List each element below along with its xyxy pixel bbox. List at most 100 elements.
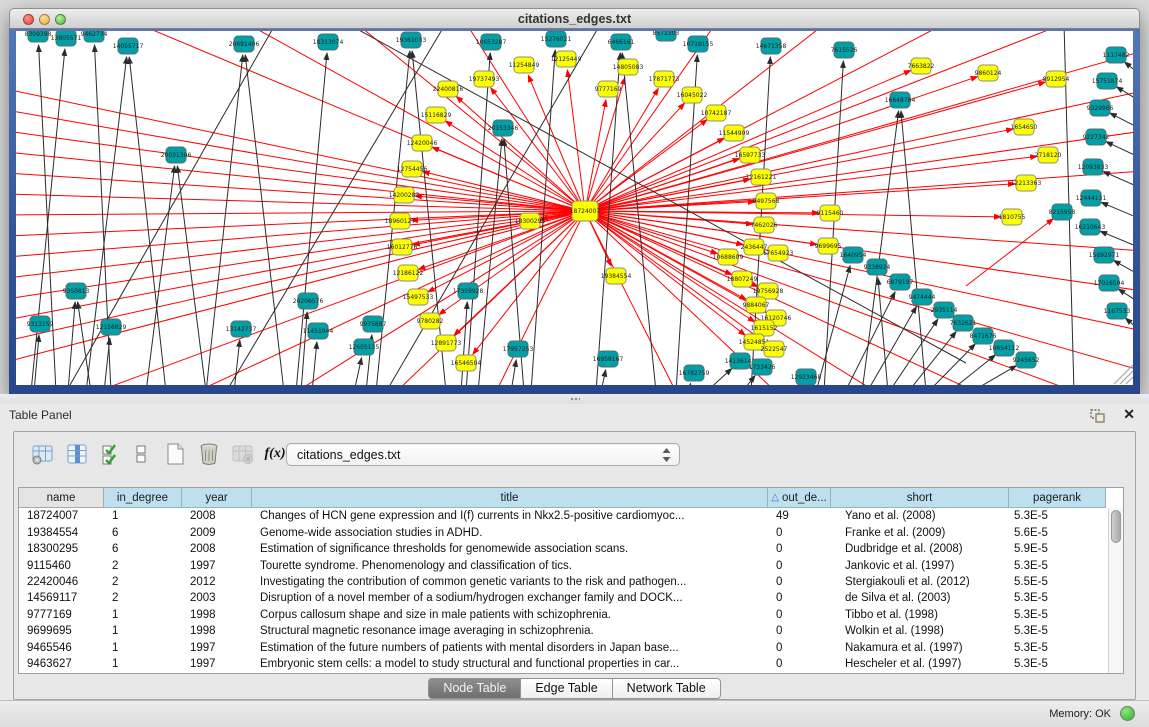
float-panel-icon[interactable] <box>1089 408 1107 424</box>
graph-node[interactable]: 7663822 <box>908 58 935 74</box>
graph-node[interactable]: 12186122 <box>393 265 424 281</box>
graph-node[interactable]: 20691406 <box>229 36 260 52</box>
table-row[interactable]: 946362711997Embryonic stem cells: a mode… <box>19 656 1106 672</box>
graph-node[interactable]: 9313159 <box>27 316 54 332</box>
graph-node[interactable]: 16648784 <box>885 92 916 108</box>
close-panel-icon[interactable]: ✕ <box>1123 406 1135 423</box>
graph-node[interactable]: 12213363 <box>1011 175 1042 191</box>
show-columns-button[interactable] <box>64 440 90 468</box>
graph-node[interactable]: 9245652 <box>1013 352 1040 368</box>
panel-divider[interactable] <box>0 394 1149 404</box>
graph-node[interactable]: 9350813 <box>63 283 90 299</box>
table-row[interactable]: 969969511998Structural magnetic resonanc… <box>19 623 1106 639</box>
scrollbar-thumb[interactable] <box>1111 510 1121 543</box>
table-row[interactable]: 911546021997Tourette syndrome. Phenomeno… <box>19 557 1106 573</box>
graph-node[interactable]: 8572303 <box>653 31 680 41</box>
column-header-out_degree[interactable]: △out_de... <box>768 488 831 508</box>
graph-node[interactable]: 16210643 <box>1075 219 1106 235</box>
graph-node[interactable]: 18313074 <box>313 34 344 50</box>
graph-node[interactable]: 14805083 <box>613 59 644 75</box>
graph-node[interactable]: 11451944 <box>303 323 334 339</box>
create-column-button[interactable] <box>162 440 188 468</box>
column-header-year[interactable]: year <box>182 488 252 508</box>
graph-node[interactable]: 9497568 <box>753 193 780 209</box>
graph-node[interactable]: 12420046 <box>407 135 438 151</box>
graph-node[interactable]: 9699695 <box>815 238 842 254</box>
column-header-title[interactable]: title <box>252 488 768 508</box>
graph-node[interactable]: 16782759 <box>679 365 710 381</box>
graph-node[interactable]: 8471676 <box>970 328 997 344</box>
graph-node[interactable]: 15116829 <box>421 107 452 123</box>
table-selector-dropdown[interactable]: citations_edges.txt <box>286 443 680 466</box>
column-header-name[interactable]: name <box>19 488 104 508</box>
graph-node[interactable]: 20153346 <box>488 120 519 136</box>
graph-node[interactable]: 12444131 <box>1076 190 1107 206</box>
graph-node[interactable]: 10654112 <box>989 340 1020 356</box>
graph-node[interactable]: 2718120 <box>1035 147 1062 163</box>
graph-node[interactable]: 1640954 <box>840 247 867 263</box>
graph-node[interactable]: 14200283 <box>389 187 420 203</box>
graph-node[interactable]: 7462026 <box>751 217 778 233</box>
graph-node[interactable]: 9329966 <box>1087 100 1114 116</box>
tab-edge-table[interactable]: Edge Table <box>521 678 612 699</box>
graph-node[interactable]: 9462734 <box>81 31 108 42</box>
graph-node[interactable]: 8309398 <box>25 31 52 42</box>
graph-node[interactable]: 10719155 <box>683 36 714 52</box>
graph-node[interactable]: 1654650 <box>1011 119 1038 135</box>
graph-node[interactable]: 7615526 <box>831 42 858 58</box>
graph-node[interactable]: 9115460 <box>817 205 844 221</box>
graph-node[interactable]: 20031306 <box>161 147 192 163</box>
graph-node[interactable]: 1117482 <box>1103 47 1130 63</box>
graph-node[interactable]: 12161221 <box>746 169 777 185</box>
graph-node[interactable]: 9975887 <box>360 316 387 332</box>
network-canvas[interactable]: 8309398138055719462734 14055717 20691406 18… <box>16 31 1133 385</box>
graph-node[interactable]: 19361033 <box>396 32 427 48</box>
graph-node[interactable]: 9227342 <box>1083 129 1110 145</box>
graph-node[interactable]: 2935114 <box>931 302 958 318</box>
graph-node[interactable]: 8215958 <box>1049 204 1076 220</box>
graph-node[interactable]: 15276021 <box>541 31 572 47</box>
graph-node[interactable]: 15751874 <box>1092 73 1123 89</box>
graph-node[interactable]: 9780282 <box>417 313 444 329</box>
delete-column-button[interactable] <box>196 440 222 468</box>
graph-node[interactable]: 18724007 <box>570 201 601 221</box>
select-all-columns-button[interactable] <box>98 440 124 468</box>
graph-node[interactable]: 16958167 <box>593 351 624 367</box>
graph-node[interactable]: 1810755 <box>999 209 1026 225</box>
graph-node[interactable]: 16546504 <box>451 355 482 371</box>
graph-node[interactable]: 14055717 <box>113 38 144 54</box>
graph-node[interactable]: 9338924 <box>864 259 891 275</box>
table-row[interactable]: 1872400712008Changes of HCN gene express… <box>19 508 1106 524</box>
table-row[interactable]: 1830029562008Estimation of significance … <box>19 541 1106 557</box>
graph-node[interactable]: 6466161 <box>608 34 635 50</box>
table-row[interactable]: 2242004622012Investigating the contribut… <box>19 574 1106 590</box>
graph-node[interactable]: 17957253 <box>503 341 534 357</box>
unselect-all-columns-button[interactable] <box>128 440 154 468</box>
graph-node[interactable]: 8912954 <box>1043 71 1070 87</box>
graph-node[interactable]: 14671358 <box>756 38 787 54</box>
graph-node[interactable]: 16045022 <box>677 87 708 103</box>
tab-network-table[interactable]: Network Table <box>613 678 721 699</box>
vertical-scrollbar[interactable] <box>1108 508 1123 673</box>
graph-node[interactable]: 12891773 <box>431 335 462 351</box>
delete-table-button[interactable] <box>230 440 256 468</box>
graph-node[interactable]: 19737493 <box>469 71 500 87</box>
graph-node[interactable]: 6879197 <box>887 274 914 290</box>
graph-node[interactable]: 9884067 <box>743 297 770 313</box>
graph-node[interactable]: 1733426 <box>749 359 776 375</box>
column-header-short[interactable]: short <box>831 488 1009 508</box>
graph-node[interactable]: 12923468 <box>791 369 822 385</box>
graph-node[interactable]: 13805571 <box>51 31 82 46</box>
graph-node[interactable]: 12605135 <box>349 339 380 355</box>
graph-node[interactable]: 9777169 <box>595 81 622 97</box>
table-row[interactable]: 946554611997Estimation of the future num… <box>19 640 1106 656</box>
graph-node[interactable]: 17871773 <box>649 71 680 87</box>
graph-node[interactable]: 9474444 <box>909 289 936 305</box>
graph-node[interactable]: 19384554 <box>601 268 632 284</box>
tab-node-table[interactable]: Node Table <box>428 678 521 699</box>
graph-node[interactable]: 10688609 <box>713 249 744 265</box>
graph-node[interactable]: 17016504 <box>1094 275 1125 291</box>
table-settings-button[interactable] <box>30 440 56 468</box>
table-row[interactable]: 1456911722003Disruption of a novel membe… <box>19 590 1106 606</box>
graph-node[interactable]: 20206576 <box>293 293 324 309</box>
